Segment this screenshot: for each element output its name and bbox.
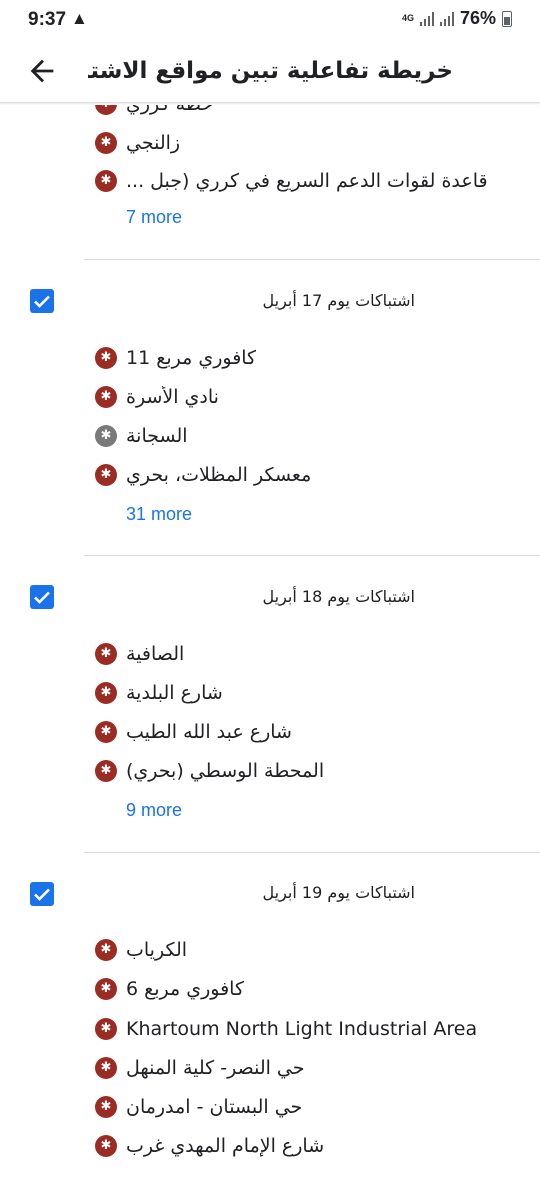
list-item-label: حي النصر- كلية المنهل [126,1057,305,1079]
list-item[interactable]: ✱ حي البستان - امدرمان [95,1091,525,1123]
app-bar-shadow [0,102,540,105]
layer-checkbox[interactable] [30,289,54,313]
more-link[interactable]: 7 more [126,207,182,228]
page-title: خريطة تفاعلية تبين مواقع الاشتباكا... [88,58,453,84]
list-item[interactable]: ✱ زالنجي [95,127,525,159]
more-link[interactable]: 31 more [126,504,192,525]
divider [84,555,540,556]
list-item-label: Khartoum North Light Industrial Area [126,1018,478,1040]
more-link[interactable]: 9 more [126,800,182,821]
app-bar: خريطة تفاعلية تبين مواقع الاشتباكا... [0,40,540,102]
list-item-label: كافوري مربع 11 [126,347,257,369]
list-item[interactable]: ✱ كافوري مربع 6 [95,973,525,1005]
list-item-label: كافوري مربع 6 [126,978,245,1000]
list-item[interactable]: ✱ نادي الأسرة [95,381,525,413]
list-item-label: معسكر المظلات، بحري [126,464,312,486]
list-item[interactable]: ✱ السجانة [95,420,525,452]
list-item-label: حي البستان - امدرمان [126,1096,303,1118]
layer-list[interactable]: ✱ حطة كرري ✱ زالنجي ✱ قاعدة لقوات الدعم … [0,0,540,1200]
star-pin-icon: ✱ [95,721,117,743]
list-item[interactable]: ✱ شارع الإمام المهدي غرب [95,1130,525,1162]
list-item[interactable]: ✱ معسكر المظلات، بحري [95,459,525,491]
star-pin-icon: ✱ [95,386,117,408]
layer-title: اشتباكات يوم 19 أبريل [262,883,415,902]
divider [84,852,540,853]
layer-checkbox[interactable] [30,882,54,906]
list-item-label: الكرياب [126,939,188,961]
star-pin-icon: ✱ [95,1057,117,1079]
divider [84,259,540,260]
star-pin-icon: ✱ [95,347,117,369]
star-pin-icon: ✱ [95,939,117,961]
list-item[interactable]: ✱ شارع عبد الله الطيب [95,716,525,748]
star-pin-icon: ✱ [95,1135,117,1157]
star-pin-icon: ✱ [95,1018,117,1040]
back-arrow-icon[interactable] [25,54,59,88]
star-pin-icon: ✱ [95,760,117,782]
star-pin-icon: ✱ [95,170,117,192]
list-item-label: نادي الأسرة [126,386,219,408]
layer-title: اشتباكات يوم 18 أبريل [262,587,415,606]
list-item-label: زالنجي [126,132,181,154]
list-item-label: شارع البلدية [126,682,223,704]
list-item[interactable]: ✱ حي النصر- كلية المنهل [95,1052,525,1084]
star-pin-icon: ✱ [95,1096,117,1118]
star-pin-icon: ✱ [95,978,117,1000]
list-item[interactable]: ✱ كافوري مربع 11 [95,342,525,374]
list-item-label: الصافية [126,643,185,665]
list-item-label: المحطة الوسطي (بحري) [126,760,325,782]
layer-checkbox[interactable] [30,585,54,609]
star-pin-icon: ✱ [95,682,117,704]
list-item-label: السجانة [126,425,188,447]
checkmark-icon [34,591,50,604]
star-pin-icon: ✱ [95,464,117,486]
list-item-label: شارع الإمام المهدي غرب [126,1135,325,1157]
layer-title: اشتباكات يوم 17 أبريل [262,291,415,310]
star-pin-icon: ✱ [95,643,117,665]
list-item[interactable]: ✱ Khartoum North Light Industrial Area [95,1013,525,1045]
list-item[interactable]: ✱ شارع البلدية [95,677,525,709]
list-item[interactable]: ✱ قاعدة لقوات الدعم السريع في كرري (جبل … [95,165,525,197]
list-item[interactable]: ✱ الصافية [95,638,525,670]
checkmark-icon [34,888,50,901]
list-item-label: شارع عبد الله الطيب [126,721,292,743]
list-item[interactable]: ✱ الكرياب [95,934,525,966]
star-pin-icon: ✱ [95,132,117,154]
checkmark-icon [34,295,50,308]
star-pin-icon: ✱ [95,425,117,447]
list-item[interactable]: ✱ المحطة الوسطي (بحري) [95,755,525,787]
list-item-label: قاعدة لقوات الدعم السريع في كرري (جبل ..… [126,170,488,192]
